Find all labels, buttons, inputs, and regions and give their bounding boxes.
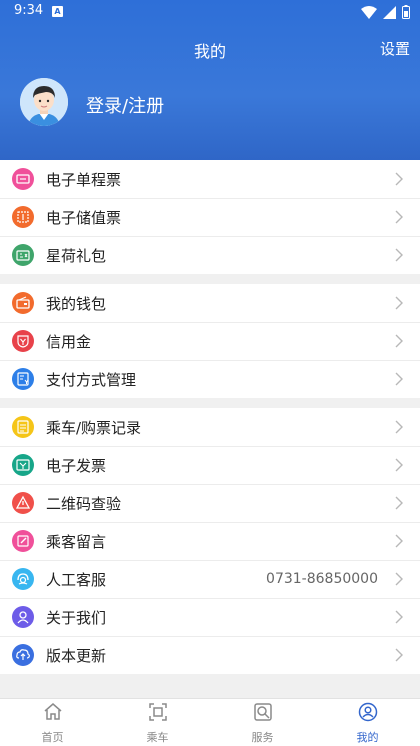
- menu-item-label: 电子发票: [46, 456, 107, 475]
- avatar[interactable]: [20, 78, 68, 126]
- settings-button[interactable]: 设置: [380, 38, 410, 59]
- tab-label: 我的: [356, 730, 379, 744]
- menu-group: 我的钱包信用金支付方式管理: [0, 284, 420, 398]
- menu-item-label: 关于我们: [46, 608, 107, 627]
- status-icons: [361, 5, 410, 19]
- ride-record-icon: [12, 416, 34, 438]
- menu-item[interactable]: 电子发票: [0, 446, 420, 484]
- menu-item-label: 信用金: [46, 332, 92, 351]
- chevron-right-icon: [390, 210, 408, 224]
- menu-item[interactable]: 信用金: [0, 322, 420, 360]
- battery-icon: [402, 5, 410, 19]
- tab-profile[interactable]: 我的: [315, 699, 420, 746]
- about-icon: [12, 606, 34, 628]
- menu-item[interactable]: 支付方式管理: [0, 360, 420, 398]
- tab-label: 服务: [251, 730, 274, 744]
- profile-header: 9:34 A 我的 设置 登录/注册: [0, 0, 420, 160]
- menu-item-label: 乘车/购票记录: [46, 418, 142, 437]
- chevron-right-icon: [390, 610, 408, 624]
- single-ticket-icon: [12, 168, 34, 190]
- menu-item[interactable]: 乘车/购票记录: [0, 408, 420, 446]
- wifi-icon: [361, 5, 377, 19]
- menu-item[interactable]: 星荷礼包: [0, 236, 420, 274]
- stored-value-ticket-icon: [12, 206, 34, 228]
- menu-item[interactable]: 乘客留言: [0, 522, 420, 560]
- update-icon: [12, 644, 34, 666]
- profile-icon: [357, 701, 379, 727]
- menu-item-label: 我的钱包: [46, 294, 107, 313]
- page-title: 我的: [193, 42, 226, 61]
- chevron-right-icon: [390, 648, 408, 662]
- menu-group: 乘车/购票记录 电子发票二维码查验乘客留言人工客服 0731-86850000 关于我…: [0, 408, 420, 674]
- gift-package-icon: [12, 244, 34, 266]
- message-icon: [12, 530, 34, 552]
- chevron-right-icon: [390, 458, 408, 472]
- service-icon: [252, 701, 274, 727]
- chevron-right-icon: [390, 172, 408, 186]
- menu-item[interactable]: 电子储值票: [0, 198, 420, 236]
- menu-item-label: 乘客留言: [46, 532, 107, 551]
- menu-item-label: 电子储值票: [46, 208, 122, 227]
- signal-icon: [383, 5, 396, 19]
- chevron-right-icon: [390, 420, 408, 434]
- menu-item-label: 人工客服: [46, 570, 107, 589]
- menu-item[interactable]: 我的钱包: [0, 284, 420, 322]
- notification-a-icon: A: [52, 6, 63, 17]
- login-register-link[interactable]: 登录/注册: [86, 92, 164, 118]
- menu-item[interactable]: 关于我们: [0, 598, 420, 636]
- status-time: 9:34: [14, 3, 44, 18]
- menu-group: 电子单程票电子储值票星荷礼包: [0, 160, 420, 274]
- chevron-right-icon: [390, 572, 408, 586]
- invoice-icon: [12, 454, 34, 476]
- tab-service[interactable]: 服务: [210, 699, 315, 746]
- menu-item[interactable]: 人工客服 0731-86850000: [0, 560, 420, 598]
- wallet-icon: [12, 292, 34, 314]
- customer-service-icon: [12, 568, 34, 590]
- ride-qr-icon: [147, 701, 169, 727]
- menu-item-label: 支付方式管理: [46, 370, 137, 389]
- menu-item-label: 二维码查验: [46, 494, 122, 513]
- status-bar: 9:34 A: [0, 0, 420, 24]
- tab-ride-qr[interactable]: 乘车: [105, 699, 210, 746]
- tab-home[interactable]: 首页: [0, 699, 105, 746]
- menu-item-label: 电子单程票: [46, 170, 122, 189]
- chevron-right-icon: [390, 496, 408, 510]
- credit-icon: [12, 330, 34, 352]
- tab-label: 首页: [41, 730, 64, 744]
- payment-method-icon: [12, 368, 34, 390]
- qr-check-icon: [12, 492, 34, 514]
- avatar-image: [20, 78, 68, 126]
- menu-item[interactable]: 版本更新: [0, 636, 420, 674]
- chevron-right-icon: [390, 534, 408, 548]
- chevron-right-icon: [390, 334, 408, 348]
- menu-item[interactable]: 电子单程票: [0, 160, 420, 198]
- menu-item[interactable]: 二维码查验: [0, 484, 420, 522]
- menu-groups: 电子单程票电子储值票星荷礼包我的钱包信用金支付方式管理 乘车/购票记录 电子发票二维…: [0, 160, 420, 684]
- bottom-tab-bar: 首页 乘车 服务 我的: [0, 698, 420, 746]
- menu-item-value: 0731-86850000: [266, 571, 378, 587]
- menu-item-label: 版本更新: [46, 646, 107, 665]
- menu-item-label: 星荷礼包: [46, 246, 107, 265]
- chevron-right-icon: [390, 248, 408, 262]
- home-icon: [42, 701, 64, 727]
- chevron-right-icon: [390, 296, 408, 310]
- tab-label: 乘车: [146, 730, 169, 744]
- chevron-right-icon: [390, 372, 408, 386]
